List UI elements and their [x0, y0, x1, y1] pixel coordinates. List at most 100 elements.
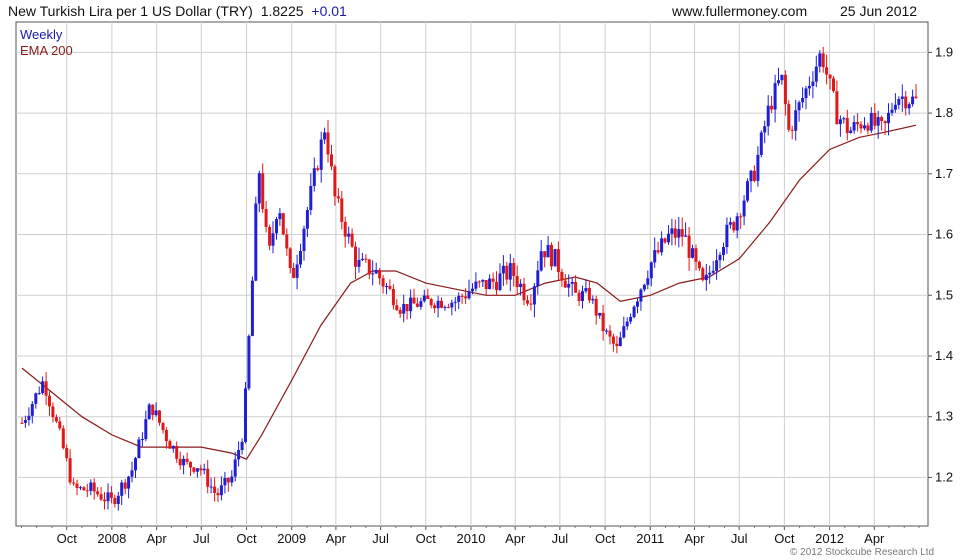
candle-body: [299, 251, 302, 265]
candle-body: [605, 330, 609, 332]
candle-body: [230, 476, 234, 483]
chart-title: New Turkish Lira per 1 US Dollar (TRY) 1…: [8, 3, 347, 19]
y-tick-label: 1.5: [935, 287, 953, 302]
candle-body: [278, 213, 282, 220]
candle-body: [164, 430, 168, 442]
candle-body: [577, 292, 581, 301]
candle-body: [381, 278, 385, 287]
candle-body: [206, 468, 210, 487]
candle-body: [505, 265, 509, 280]
y-tick-label: 1.8: [935, 105, 953, 120]
candle-body: [471, 288, 474, 292]
candle-body: [900, 96, 904, 99]
candle-body: [151, 404, 155, 416]
candle-body: [876, 117, 880, 126]
candle-body: [708, 272, 712, 275]
candle-body: [780, 74, 784, 81]
legend-weekly: Weekly: [20, 27, 63, 42]
candle-body: [598, 312, 602, 316]
candle-body: [419, 301, 423, 307]
candle-body: [175, 446, 179, 459]
candle-body: [340, 198, 344, 222]
candle-body: [106, 492, 110, 502]
candle-body: [415, 303, 419, 307]
candle-body: [553, 249, 557, 267]
candle-body: [856, 122, 860, 125]
candle-body: [312, 168, 316, 186]
candle-body: [336, 196, 340, 199]
candle-body: [684, 235, 688, 237]
candle-body: [295, 264, 299, 278]
candle-body: [34, 393, 38, 404]
candle-body: [254, 203, 258, 281]
candle-body: [402, 304, 406, 314]
candle-body: [704, 274, 708, 281]
candle-body: [82, 487, 86, 491]
candle-body: [907, 104, 911, 109]
candle-body: [601, 312, 605, 331]
x-tick-label: 2012: [815, 531, 844, 546]
candle-body: [501, 265, 505, 274]
candle-body: [667, 233, 670, 243]
candle-body: [488, 278, 492, 290]
candle-body: [137, 439, 141, 459]
candle-body: [192, 467, 196, 472]
copyright: © 2012 Stockcube Research Ltd: [790, 547, 934, 558]
candle-body: [546, 244, 550, 258]
candle-body: [319, 139, 323, 170]
candle-body: [663, 238, 667, 243]
candle-body: [116, 495, 120, 504]
candle-body: [656, 250, 660, 253]
candle-body: [821, 53, 825, 68]
candle-body: [625, 321, 629, 327]
candle-body: [354, 246, 357, 267]
candle-body: [27, 415, 31, 420]
x-tick-label: Jul: [552, 531, 569, 546]
candle-body: [512, 263, 516, 276]
y-tick-label: 1.9: [935, 44, 953, 59]
candle-body: [436, 300, 440, 309]
candle-body: [395, 305, 399, 311]
candle-body: [268, 227, 272, 246]
candle-body: [147, 404, 151, 420]
candle-body: [914, 96, 918, 98]
candle-body: [794, 110, 798, 131]
candle-body: [642, 284, 646, 290]
candle-body: [264, 209, 268, 227]
candle-body: [412, 297, 416, 304]
x-tick-label: Jul: [731, 531, 748, 546]
candle-body: [515, 276, 519, 288]
x-tick-label: Apr: [505, 531, 526, 546]
candle-body: [457, 295, 461, 302]
candle-body: [660, 238, 664, 253]
candle-body: [72, 482, 76, 484]
candle-body: [615, 343, 619, 346]
candle-body: [618, 337, 622, 346]
candle-body: [718, 254, 722, 261]
candle-body: [178, 458, 182, 466]
candle-body: [859, 124, 863, 129]
candle-body: [202, 468, 206, 471]
candle-body: [532, 286, 536, 305]
candle-body: [715, 260, 719, 271]
y-tick-label: 1.6: [935, 227, 953, 242]
candle-body: [832, 78, 835, 92]
candle-body: [20, 422, 24, 424]
candle-body: [460, 295, 464, 297]
candle-body: [773, 83, 777, 110]
candle-body: [61, 428, 65, 449]
candle-body: [550, 244, 553, 267]
candle-body: [629, 317, 633, 322]
candle-body: [450, 302, 454, 308]
candle-body: [374, 270, 378, 274]
candle-body: [30, 403, 34, 416]
header-date: 25 Jun 2012: [840, 3, 917, 19]
candle-body: [467, 291, 471, 299]
candle-body: [677, 229, 681, 238]
candle-body: [357, 260, 361, 267]
candle-body: [219, 485, 223, 496]
candle-body: [171, 446, 175, 449]
candle-body: [838, 119, 842, 125]
candle-body: [759, 132, 763, 155]
candle-body: [739, 216, 743, 218]
